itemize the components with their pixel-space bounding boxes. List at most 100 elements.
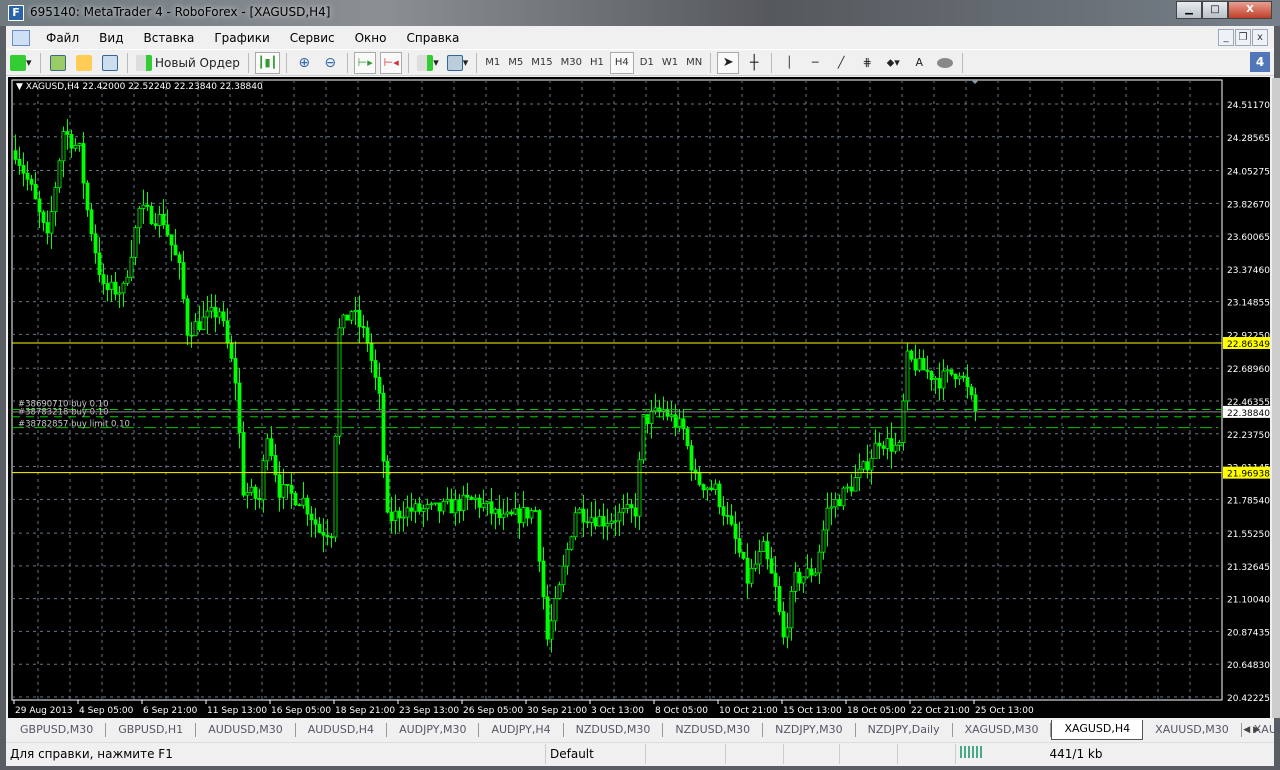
horizontal-line-button[interactable]: ─ bbox=[804, 52, 826, 74]
tab-gbpusd-h1[interactable]: GBPUSD,H1 bbox=[106, 723, 197, 737]
price-tick-label: 21.10040 bbox=[1227, 596, 1270, 606]
candle-body bbox=[465, 494, 470, 498]
tab-xagusd-h4[interactable]: XAGUSD,H4 bbox=[1051, 720, 1144, 740]
chart-shift-button[interactable]: ⊢◂ bbox=[380, 51, 403, 74]
candle-body bbox=[53, 187, 58, 213]
templates-button[interactable]: ▾ bbox=[445, 52, 471, 74]
tab-scroll-arrows[interactable]: ◀ ▶ bbox=[1243, 725, 1260, 735]
zoom-out-icon: ⊖ bbox=[324, 54, 337, 71]
indicators-button[interactable]: ▾ bbox=[415, 52, 441, 74]
cursor-button[interactable]: ➤ bbox=[717, 51, 740, 74]
candle-body bbox=[445, 499, 450, 502]
tf-m30[interactable]: M30 bbox=[557, 57, 586, 68]
menu-window[interactable]: Окно bbox=[345, 31, 397, 45]
mdi-restore-button[interactable]: ❐ bbox=[1235, 29, 1251, 46]
ellipse-icon bbox=[937, 57, 954, 68]
auto-scroll-button[interactable]: ⊢▸ bbox=[354, 51, 377, 74]
tab-audusd-m30[interactable]: AUDUSD,M30 bbox=[196, 723, 296, 737]
new-chart-button[interactable]: ▾ bbox=[8, 52, 34, 74]
candle-body bbox=[245, 492, 250, 496]
menu-insert[interactable]: Вставка bbox=[133, 31, 204, 45]
price-tick-label: 23.14855 bbox=[1227, 299, 1270, 309]
candle-body bbox=[265, 438, 270, 462]
price-tick-label: 23.82670 bbox=[1227, 200, 1270, 210]
connection-icon bbox=[956, 744, 1016, 764]
candle-body bbox=[645, 414, 650, 425]
candle-body bbox=[633, 507, 638, 517]
candle-body bbox=[165, 224, 170, 236]
tab-xauusd-m30[interactable]: XAUUSD,M30 bbox=[1143, 723, 1242, 737]
candle-body bbox=[185, 298, 190, 336]
zoom-in-button[interactable]: ⊕ bbox=[293, 52, 315, 74]
candle-body bbox=[241, 432, 246, 496]
vertical-scrollbar[interactable] bbox=[1272, 78, 1280, 718]
candle-body bbox=[765, 541, 770, 560]
tf-m1[interactable]: M1 bbox=[481, 57, 504, 68]
candle-body bbox=[305, 497, 310, 515]
text-button[interactable]: A bbox=[908, 52, 930, 74]
candle-body bbox=[721, 506, 726, 516]
tf-m15[interactable]: M15 bbox=[527, 57, 556, 68]
crosshair-button[interactable]: ┼ bbox=[743, 52, 765, 74]
candlesticks-button[interactable]: ┃▮┃ bbox=[254, 51, 281, 74]
maximize-button[interactable]: □ bbox=[1202, 1, 1228, 19]
time-tick-label: 29 Aug 2013 bbox=[15, 706, 73, 716]
tab-gbpusd-m30[interactable]: GBPUSD,M30 bbox=[8, 723, 107, 737]
trendline-button[interactable]: ╱ bbox=[830, 52, 852, 74]
zoom-out-button[interactable]: ⊖ bbox=[319, 52, 341, 74]
menu-charts[interactable]: Графики bbox=[204, 31, 279, 45]
candle-body bbox=[777, 586, 782, 612]
market-watch-button[interactable] bbox=[47, 52, 69, 74]
tab-audusd-h4[interactable]: AUDUSD,H4 bbox=[296, 723, 388, 737]
menu-help[interactable]: Справка bbox=[397, 31, 470, 45]
tab-xagusd-m30[interactable]: XAGUSD,M30 bbox=[953, 723, 1052, 737]
candle-body bbox=[201, 316, 206, 331]
candle-body bbox=[65, 131, 70, 135]
tf-w1[interactable]: W1 bbox=[658, 57, 682, 68]
menu-file[interactable]: Файл bbox=[36, 31, 89, 45]
vertical-line-button[interactable]: │ bbox=[778, 52, 800, 74]
candle-body bbox=[269, 438, 274, 456]
tf-h1[interactable]: H1 bbox=[586, 57, 608, 68]
candle-body bbox=[321, 531, 326, 536]
tab-audjpy-m30[interactable]: AUDJPY,M30 bbox=[387, 723, 480, 737]
candle-body bbox=[837, 499, 842, 507]
tab-audjpy-h4[interactable]: AUDJPY,H4 bbox=[479, 723, 564, 737]
candle-body bbox=[513, 508, 518, 515]
tf-mn[interactable]: MN bbox=[682, 57, 706, 68]
candle-body bbox=[69, 134, 74, 149]
candle-body bbox=[781, 611, 786, 638]
close-button[interactable]: X bbox=[1228, 1, 1272, 19]
notifications-badge[interactable]: 4 bbox=[1250, 52, 1270, 72]
chart-area[interactable]: 24.51170 24.28565 24.05275 23.82670 23.60065… bbox=[8, 77, 1270, 718]
fibonacci-button[interactable]: ⋕ bbox=[856, 52, 878, 74]
tab-nzdusd-m30[interactable]: NZDUSD,M30 bbox=[564, 723, 664, 737]
menu-view[interactable]: Вид bbox=[89, 31, 133, 45]
tf-d1[interactable]: D1 bbox=[636, 57, 658, 68]
tab-nzdusd-m30[interactable]: NZDUSD,M30 bbox=[663, 723, 764, 737]
tf-m5[interactable]: M5 bbox=[504, 57, 527, 68]
candle-body bbox=[773, 572, 778, 587]
candle-body bbox=[617, 511, 622, 522]
mdi-minimize-button[interactable]: _ bbox=[1218, 29, 1234, 46]
candle-body bbox=[961, 375, 966, 378]
candle-body bbox=[489, 501, 494, 514]
candle-body bbox=[873, 442, 878, 459]
new-order-button[interactable]: Новый Ордер bbox=[134, 52, 242, 74]
candle-body bbox=[313, 519, 318, 525]
candle-body bbox=[537, 510, 542, 562]
arrows-button[interactable]: ⬥▾ bbox=[882, 52, 904, 74]
tab-nzdjpy-daily[interactable]: NZDJPY,Daily bbox=[856, 723, 953, 737]
candle-body bbox=[629, 504, 634, 509]
tab-nzdjpy-m30[interactable]: NZDJPY,M30 bbox=[763, 723, 856, 737]
mdi-close-button[interactable]: x bbox=[1252, 29, 1268, 46]
tf-h4[interactable]: H4 bbox=[609, 51, 634, 74]
candle-body bbox=[841, 487, 846, 507]
navigator-button[interactable] bbox=[73, 52, 95, 74]
price-tick-label: 22.23750 bbox=[1227, 431, 1270, 441]
ellipse-button[interactable] bbox=[934, 52, 956, 74]
chart-window-icon[interactable] bbox=[12, 30, 30, 46]
menu-tools[interactable]: Сервис bbox=[280, 31, 345, 45]
terminal-button[interactable] bbox=[99, 52, 121, 74]
minimize-button[interactable]: ▁ bbox=[1176, 1, 1202, 19]
